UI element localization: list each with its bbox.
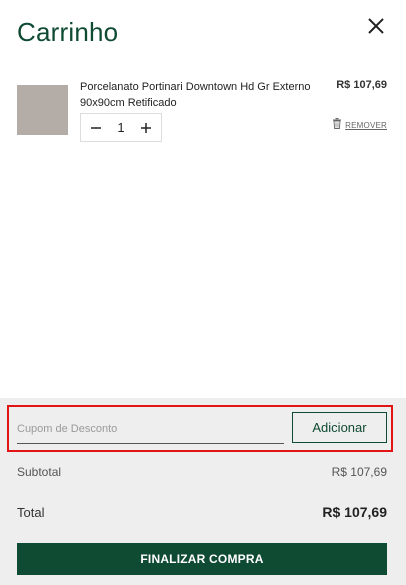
cart-title: Carrinho — [17, 17, 119, 47]
close-icon[interactable] — [364, 14, 388, 38]
cart-footer: Adicionar Subtotal R$ 107,69 Total R$ 10… — [0, 398, 406, 585]
quantity-value[interactable]: 1 — [111, 120, 131, 135]
remove-button[interactable]: REMOVER — [332, 116, 387, 134]
total-label: Total — [17, 505, 45, 520]
coupon-input[interactable] — [17, 414, 284, 444]
subtotal-value: R$ 107,69 — [331, 465, 387, 479]
subtotal-row: Subtotal R$ 107,69 — [17, 465, 387, 479]
product-thumbnail[interactable] — [17, 85, 68, 135]
coupon-section: Adicionar — [7, 405, 393, 452]
total-row: Total R$ 107,69 — [17, 504, 387, 520]
total-value: R$ 107,69 — [322, 504, 387, 520]
product-price: R$ 107,69 — [336, 79, 387, 91]
subtotal-label: Subtotal — [17, 465, 62, 479]
add-coupon-button[interactable]: Adicionar — [292, 412, 387, 443]
remove-label: REMOVER — [345, 120, 387, 130]
checkout-button[interactable]: FINALIZAR COMPRA — [17, 543, 387, 575]
cart-header: Carrinho — [0, 0, 406, 70]
plus-icon[interactable] — [137, 119, 155, 137]
quantity-stepper: 1 — [80, 113, 162, 142]
cart-item: Porcelanato Portinari Downtown Hd Gr Ext… — [0, 72, 406, 152]
product-name[interactable]: Porcelanato Portinari Downtown Hd Gr Ext… — [80, 79, 325, 111]
minus-icon[interactable] — [87, 119, 105, 137]
trash-icon — [332, 116, 342, 134]
